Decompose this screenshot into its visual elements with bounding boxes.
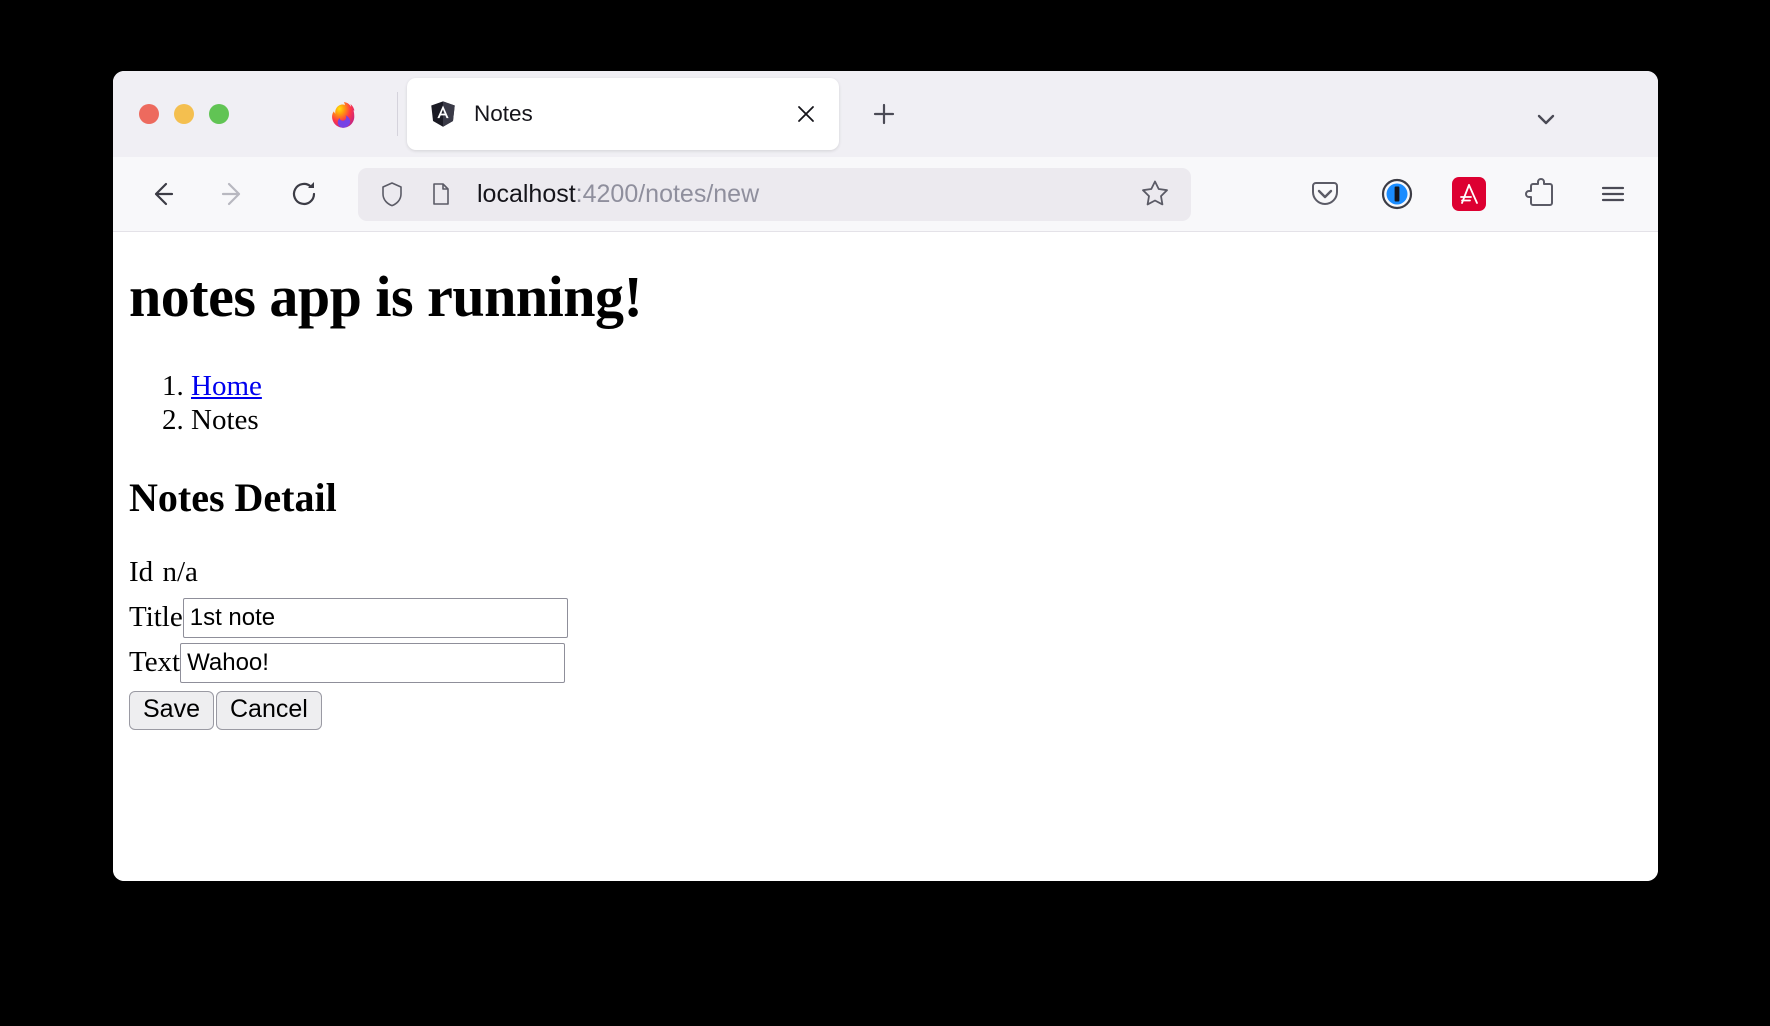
maximize-window-button[interactable] (209, 104, 229, 124)
list-all-tabs-button[interactable] (1530, 103, 1562, 135)
window-controls (131, 104, 229, 124)
breadcrumb-item-home: Home (191, 370, 1642, 404)
title-label: Title (129, 601, 183, 634)
text-label: Text (129, 646, 181, 679)
save-button[interactable]: Save (129, 690, 214, 731)
hamburger-menu-icon[interactable] (1590, 171, 1636, 217)
id-row: Id n/a (129, 555, 1642, 588)
id-label: Id (129, 555, 154, 588)
close-window-button[interactable] (139, 104, 159, 124)
url-bar[interactable]: localhost:4200/notes/new (358, 167, 1191, 221)
reload-button[interactable] (281, 171, 327, 217)
pocket-icon[interactable] (1302, 171, 1348, 217)
url-text[interactable]: localhost:4200/notes/new (477, 180, 1139, 209)
navigation-toolbar: localhost:4200/notes/new (113, 157, 1658, 232)
url-path: :4200/notes/new (575, 179, 760, 208)
1password-icon[interactable] (1374, 171, 1420, 217)
angular-logo-icon (429, 100, 457, 128)
bookmark-star-icon[interactable] (1139, 177, 1173, 211)
page-icon (428, 181, 454, 207)
cancel-button[interactable]: Cancel (215, 690, 322, 731)
forward-button[interactable] (210, 171, 256, 217)
url-host: localhost (477, 179, 576, 208)
breadcrumb-item-notes: Notes (191, 404, 1642, 438)
extensions-puzzle-icon[interactable] (1518, 171, 1564, 217)
minimize-window-button[interactable] (174, 104, 194, 124)
title-input[interactable] (182, 597, 568, 638)
back-button[interactable] (139, 171, 185, 217)
tab-strip: Notes (113, 71, 1658, 157)
tab-strip-divider (397, 92, 398, 136)
tab-title: Notes (474, 101, 533, 126)
angular-devtools-icon[interactable] (1446, 171, 1492, 217)
title-row: Title (129, 597, 1642, 638)
page-content: notes app is running! Home Notes Notes D… (113, 232, 1658, 881)
text-input[interactable] (180, 642, 566, 683)
breadcrumb-label-notes: Notes (191, 403, 259, 436)
close-tab-button[interactable] (791, 99, 821, 129)
firefox-logo-icon (329, 100, 357, 128)
text-row: Text (129, 642, 1642, 683)
form-buttons: Save Cancel (129, 690, 1642, 731)
angular-devtools-badge (1452, 177, 1486, 211)
section-title: Notes Detail (129, 474, 337, 520)
shield-icon (378, 180, 406, 208)
browser-tab-notes[interactable]: Notes (407, 78, 839, 150)
id-value: n/a (162, 555, 198, 588)
breadcrumb-link-home[interactable]: Home (191, 370, 262, 402)
page-title: notes app is running! (129, 264, 643, 329)
browser-window: Notes localhost:4200/notes/new notes app… (113, 71, 1658, 881)
new-tab-button[interactable] (865, 95, 903, 133)
breadcrumb: Home Notes (129, 370, 1642, 438)
toolbar-extension-icons (1302, 171, 1636, 217)
